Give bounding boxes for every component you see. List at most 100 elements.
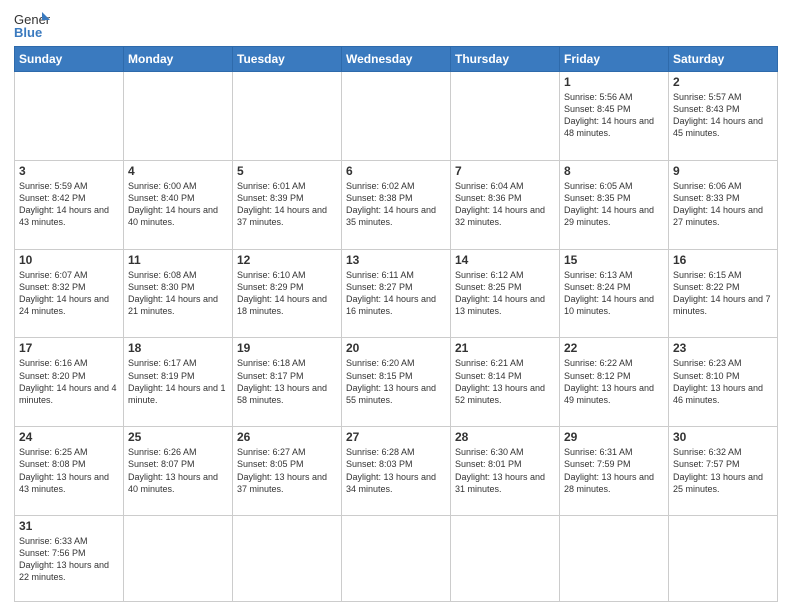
day-info: Sunrise: 6:07 AM Sunset: 8:32 PM Dayligh… xyxy=(19,269,119,318)
day-info: Sunrise: 6:26 AM Sunset: 8:07 PM Dayligh… xyxy=(128,446,228,495)
day-info: Sunrise: 6:15 AM Sunset: 8:22 PM Dayligh… xyxy=(673,269,773,318)
day-number: 14 xyxy=(455,253,555,267)
calendar-header-monday: Monday xyxy=(124,47,233,72)
calendar-cell: 16 Sunrise: 6:15 AM Sunset: 8:22 PM Dayli… xyxy=(669,249,778,338)
calendar-cell: 26 Sunrise: 6:27 AM Sunset: 8:05 PM Dayli… xyxy=(233,427,342,516)
day-info: Sunrise: 6:16 AM Sunset: 8:20 PM Dayligh… xyxy=(19,357,119,406)
calendar-cell xyxy=(124,516,233,602)
day-number: 8 xyxy=(564,164,664,178)
day-number: 25 xyxy=(128,430,228,444)
calendar-cell: 10 Sunrise: 6:07 AM Sunset: 8:32 PM Dayli… xyxy=(15,249,124,338)
day-info: Sunrise: 6:22 AM Sunset: 8:12 PM Dayligh… xyxy=(564,357,664,406)
day-info: Sunrise: 6:12 AM Sunset: 8:25 PM Dayligh… xyxy=(455,269,555,318)
day-number: 27 xyxy=(346,430,446,444)
day-number: 26 xyxy=(237,430,337,444)
day-info: Sunrise: 5:57 AM Sunset: 8:43 PM Dayligh… xyxy=(673,91,773,140)
calendar-header-thursday: Thursday xyxy=(451,47,560,72)
day-number: 22 xyxy=(564,341,664,355)
day-info: Sunrise: 6:21 AM Sunset: 8:14 PM Dayligh… xyxy=(455,357,555,406)
day-number: 31 xyxy=(19,519,119,533)
day-info: Sunrise: 6:30 AM Sunset: 8:01 PM Dayligh… xyxy=(455,446,555,495)
calendar-header-tuesday: Tuesday xyxy=(233,47,342,72)
day-number: 29 xyxy=(564,430,664,444)
calendar-cell: 19 Sunrise: 6:18 AM Sunset: 8:17 PM Dayli… xyxy=(233,338,342,427)
calendar-header-sunday: Sunday xyxy=(15,47,124,72)
calendar-week-2: 3 Sunrise: 5:59 AM Sunset: 8:42 PM Daylig… xyxy=(15,160,778,249)
calendar-cell xyxy=(124,72,233,161)
day-info: Sunrise: 6:02 AM Sunset: 8:38 PM Dayligh… xyxy=(346,180,446,229)
calendar-cell xyxy=(233,516,342,602)
calendar-cell xyxy=(15,72,124,161)
svg-text:Blue: Blue xyxy=(14,25,42,40)
day-number: 2 xyxy=(673,75,773,89)
calendar-cell: 25 Sunrise: 6:26 AM Sunset: 8:07 PM Dayli… xyxy=(124,427,233,516)
day-info: Sunrise: 6:13 AM Sunset: 8:24 PM Dayligh… xyxy=(564,269,664,318)
day-info: Sunrise: 6:20 AM Sunset: 8:15 PM Dayligh… xyxy=(346,357,446,406)
day-number: 16 xyxy=(673,253,773,267)
calendar-header-row: SundayMondayTuesdayWednesdayThursdayFrid… xyxy=(15,47,778,72)
day-info: Sunrise: 6:25 AM Sunset: 8:08 PM Dayligh… xyxy=(19,446,119,495)
calendar-cell xyxy=(451,72,560,161)
calendar-cell xyxy=(342,72,451,161)
day-info: Sunrise: 6:08 AM Sunset: 8:30 PM Dayligh… xyxy=(128,269,228,318)
calendar-cell: 3 Sunrise: 5:59 AM Sunset: 8:42 PM Daylig… xyxy=(15,160,124,249)
day-info: Sunrise: 6:32 AM Sunset: 7:57 PM Dayligh… xyxy=(673,446,773,495)
day-info: Sunrise: 6:23 AM Sunset: 8:10 PM Dayligh… xyxy=(673,357,773,406)
day-info: Sunrise: 6:31 AM Sunset: 7:59 PM Dayligh… xyxy=(564,446,664,495)
calendar-cell: 20 Sunrise: 6:20 AM Sunset: 8:15 PM Dayli… xyxy=(342,338,451,427)
page: General Blue SundayMondayTuesdayWednesda… xyxy=(0,0,792,612)
day-number: 21 xyxy=(455,341,555,355)
day-number: 24 xyxy=(19,430,119,444)
day-number: 19 xyxy=(237,341,337,355)
day-number: 4 xyxy=(128,164,228,178)
calendar-cell: 15Sunrise: 6:13 AM Sunset: 8:24 PM Dayli… xyxy=(560,249,669,338)
day-info: Sunrise: 6:06 AM Sunset: 8:33 PM Dayligh… xyxy=(673,180,773,229)
day-info: Sunrise: 6:00 AM Sunset: 8:40 PM Dayligh… xyxy=(128,180,228,229)
day-number: 20 xyxy=(346,341,446,355)
day-info: Sunrise: 6:05 AM Sunset: 8:35 PM Dayligh… xyxy=(564,180,664,229)
calendar-cell: 5 Sunrise: 6:01 AM Sunset: 8:39 PM Daylig… xyxy=(233,160,342,249)
day-info: Sunrise: 6:11 AM Sunset: 8:27 PM Dayligh… xyxy=(346,269,446,318)
calendar-cell: 6Sunrise: 6:02 AM Sunset: 8:38 PM Daylig… xyxy=(342,160,451,249)
day-number: 5 xyxy=(237,164,337,178)
day-number: 10 xyxy=(19,253,119,267)
calendar-cell: 18Sunrise: 6:17 AM Sunset: 8:19 PM Dayli… xyxy=(124,338,233,427)
calendar-cell: 17 Sunrise: 6:16 AM Sunset: 8:20 PM Dayli… xyxy=(15,338,124,427)
day-info: Sunrise: 6:17 AM Sunset: 8:19 PM Dayligh… xyxy=(128,357,228,406)
calendar-cell: 29 Sunrise: 6:31 AM Sunset: 7:59 PM Dayli… xyxy=(560,427,669,516)
day-info: Sunrise: 6:04 AM Sunset: 8:36 PM Dayligh… xyxy=(455,180,555,229)
day-info: Sunrise: 5:56 AM Sunset: 8:45 PM Dayligh… xyxy=(564,91,664,140)
calendar-header-saturday: Saturday xyxy=(669,47,778,72)
calendar-header-friday: Friday xyxy=(560,47,669,72)
calendar-cell: 13Sunrise: 6:11 AM Sunset: 8:27 PM Dayli… xyxy=(342,249,451,338)
day-info: Sunrise: 5:59 AM Sunset: 8:42 PM Dayligh… xyxy=(19,180,119,229)
logo: General Blue xyxy=(14,10,50,40)
calendar-cell xyxy=(451,516,560,602)
calendar-header-wednesday: Wednesday xyxy=(342,47,451,72)
calendar-cell xyxy=(342,516,451,602)
day-number: 9 xyxy=(673,164,773,178)
day-number: 17 xyxy=(19,341,119,355)
calendar-week-1: 1 Sunrise: 5:56 AM Sunset: 8:45 PM Daylig… xyxy=(15,72,778,161)
calendar-cell: 21 Sunrise: 6:21 AM Sunset: 8:14 PM Dayli… xyxy=(451,338,560,427)
calendar-week-6: 31Sunrise: 6:33 AM Sunset: 7:56 PM Dayli… xyxy=(15,516,778,602)
day-info: Sunrise: 6:18 AM Sunset: 8:17 PM Dayligh… xyxy=(237,357,337,406)
calendar-cell: 1 Sunrise: 5:56 AM Sunset: 8:45 PM Daylig… xyxy=(560,72,669,161)
calendar-table: SundayMondayTuesdayWednesdayThursdayFrid… xyxy=(14,46,778,602)
day-number: 3 xyxy=(19,164,119,178)
day-number: 28 xyxy=(455,430,555,444)
day-number: 11 xyxy=(128,253,228,267)
calendar-cell: 28 Sunrise: 6:30 AM Sunset: 8:01 PM Dayli… xyxy=(451,427,560,516)
day-info: Sunrise: 6:01 AM Sunset: 8:39 PM Dayligh… xyxy=(237,180,337,229)
day-info: Sunrise: 6:28 AM Sunset: 8:03 PM Dayligh… xyxy=(346,446,446,495)
calendar-cell: 27 Sunrise: 6:28 AM Sunset: 8:03 PM Dayli… xyxy=(342,427,451,516)
calendar-cell: 4 Sunrise: 6:00 AM Sunset: 8:40 PM Daylig… xyxy=(124,160,233,249)
calendar-cell xyxy=(233,72,342,161)
header: General Blue xyxy=(14,10,778,40)
day-info: Sunrise: 6:27 AM Sunset: 8:05 PM Dayligh… xyxy=(237,446,337,495)
calendar-cell: 12Sunrise: 6:10 AM Sunset: 8:29 PM Dayli… xyxy=(233,249,342,338)
calendar-cell: 8 Sunrise: 6:05 AM Sunset: 8:35 PM Daylig… xyxy=(560,160,669,249)
calendar-cell: 31Sunrise: 6:33 AM Sunset: 7:56 PM Dayli… xyxy=(15,516,124,602)
calendar-week-3: 10 Sunrise: 6:07 AM Sunset: 8:32 PM Dayli… xyxy=(15,249,778,338)
day-number: 1 xyxy=(564,75,664,89)
